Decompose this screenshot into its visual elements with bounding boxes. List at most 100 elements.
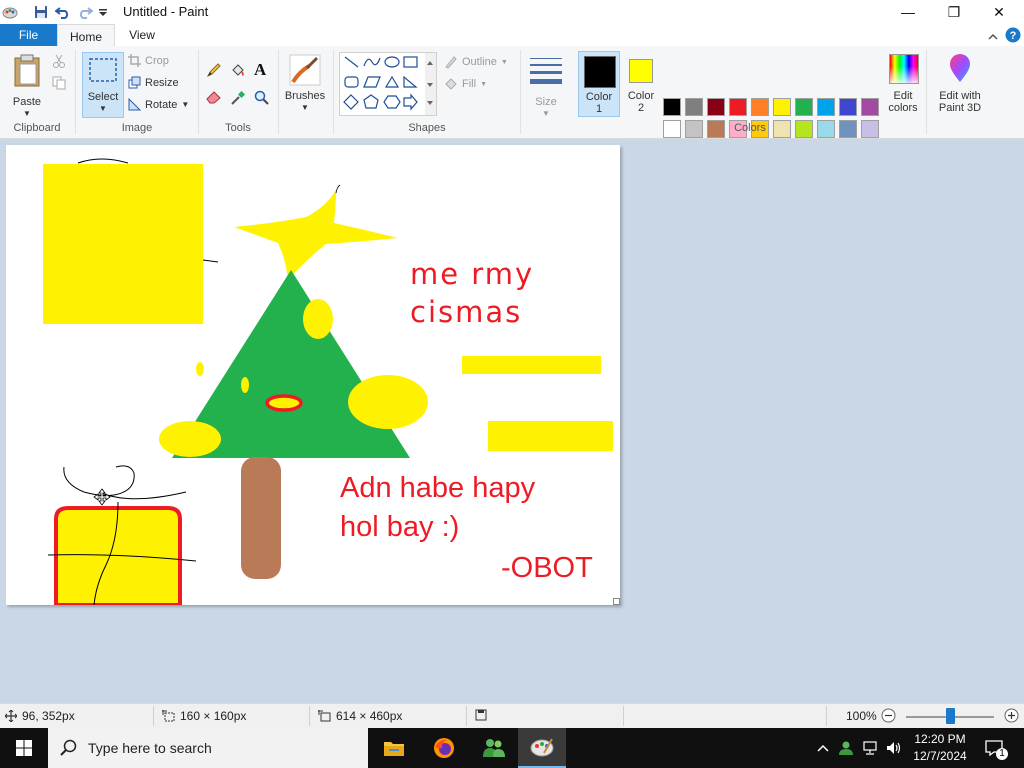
rotate-icon [128, 98, 141, 111]
zoom-level: 100% [846, 709, 877, 723]
palette-color-swatch[interactable] [663, 98, 681, 116]
zoom-out-icon [881, 708, 896, 723]
drawing-canvas[interactable]: me rmy cismas Adn habe hapy hol bay :) -… [6, 145, 620, 605]
image-size-icon [318, 710, 331, 722]
yellow-ornament [241, 377, 249, 393]
palette-color-swatch[interactable] [729, 98, 747, 116]
taskbar-paint[interactable] [518, 728, 566, 768]
svg-text:?: ? [1010, 30, 1017, 42]
palette-color-swatch[interactable] [751, 98, 769, 116]
palette-color-swatch[interactable] [861, 120, 879, 138]
zoom-in-button[interactable] [1004, 708, 1019, 723]
palette-color-swatch[interactable] [861, 98, 879, 116]
canvas-text-line3: Adn habe hapy [340, 472, 536, 504]
tools-group-label: Tools [225, 122, 251, 134]
palette-color-swatch[interactable] [817, 98, 835, 116]
taskbar-firefox[interactable] [420, 728, 468, 768]
tab-home[interactable]: Home [57, 24, 115, 48]
copy-icon[interactable] [52, 76, 66, 93]
size-button[interactable]: Size ▼ [526, 52, 566, 118]
size-label: Size [535, 96, 557, 108]
outline-button[interactable]: Outline ▼ [444, 55, 508, 69]
color1-button[interactable]: Color 1 [578, 51, 620, 117]
taskbar-people-app[interactable] [470, 728, 518, 768]
hand-drawn-line [77, 158, 129, 164]
status-separator [466, 706, 467, 726]
volume-icon[interactable] [884, 728, 904, 768]
minimize-button[interactable]: — [885, 0, 931, 24]
crop-button[interactable]: Crop [128, 54, 169, 67]
selection-size: 160 × 160px [162, 709, 246, 723]
image-size: 614 × 460px [318, 709, 402, 723]
text-tool-icon[interactable]: A [254, 60, 266, 80]
status-bar: 96, 352px 160 × 160px 614 × 460px 100% [0, 703, 1024, 729]
image-group-label: Image [121, 122, 153, 134]
save-icon[interactable] [32, 3, 50, 21]
edit-with-paint3d-button[interactable]: Edit with Paint 3D [932, 52, 988, 116]
brushes-button[interactable]: Brushes ▼ [283, 52, 327, 116]
resize-button[interactable]: Resize [128, 76, 179, 89]
palette-color-swatch[interactable] [707, 98, 725, 116]
quick-access-dropdown-icon[interactable] [96, 3, 110, 21]
paste-button[interactable]: Paste ▼ [8, 52, 46, 118]
color2-swatch [629, 59, 653, 83]
eraser-icon[interactable] [206, 90, 222, 107]
magnifier-icon[interactable] [254, 90, 270, 109]
fill-bucket-icon[interactable] [230, 62, 246, 81]
taskbar-clock[interactable]: 12:20 PM 12/7/2024 [908, 731, 972, 765]
close-button[interactable]: ✕ [976, 0, 1022, 24]
zoom-out-button[interactable] [881, 708, 896, 723]
zoom-slider-thumb[interactable] [946, 708, 955, 724]
rainbow-icon [889, 54, 919, 84]
color-picker-icon[interactable] [230, 90, 246, 109]
selection-size-value: 160 × 160px [180, 709, 247, 723]
hand-drawn-line [202, 259, 219, 263]
help-icon[interactable]: ? [1004, 26, 1022, 44]
notification-center-icon[interactable]: 1 [980, 728, 1008, 768]
shapes-gallery[interactable] [339, 52, 437, 116]
network-icon[interactable] [860, 728, 882, 768]
status-separator [309, 706, 310, 726]
tab-file[interactable]: File [0, 24, 57, 46]
tray-people-icon[interactable] [836, 728, 856, 768]
resize-icon [128, 76, 141, 89]
taskbar-file-explorer[interactable] [370, 728, 418, 768]
ribbon-separator [278, 50, 279, 134]
start-button[interactable] [0, 728, 48, 768]
cut-icon[interactable] [52, 54, 66, 71]
palette-color-swatch[interactable] [773, 98, 791, 116]
cursor-position-value: 96, 352px [22, 709, 75, 723]
fill-dropdown-icon: ▼ [480, 80, 487, 88]
crop-label: Crop [145, 54, 169, 67]
palette-color-swatch[interactable] [685, 98, 703, 116]
rotate-button[interactable]: Rotate ▼ [128, 98, 189, 111]
yellow-bar-shape [488, 421, 613, 451]
yellow-square-shape [43, 164, 203, 324]
palette-color-swatch[interactable] [839, 120, 857, 138]
fill-button[interactable]: Fill ▼ [444, 77, 487, 91]
rotate-label: Rotate [145, 98, 178, 111]
undo-icon[interactable] [54, 3, 72, 21]
pencil-tool-icon[interactable] [206, 62, 222, 81]
edit-colors-button[interactable]: Edit colors [884, 52, 922, 116]
red-ring-ornament [265, 394, 303, 412]
paint-app-icon[interactable] [2, 3, 18, 21]
tab-view[interactable]: View [120, 24, 164, 46]
canvas-resize-handle[interactable] [613, 598, 620, 605]
yellow-present-shape [54, 506, 182, 605]
redo-icon[interactable] [76, 3, 94, 21]
palette-color-swatch[interactable] [839, 98, 857, 116]
cursor-position-icon [5, 710, 17, 722]
paint3d-label-line2: Paint 3D [938, 102, 982, 114]
fill-label: Fill [462, 78, 477, 90]
palette-color-swatch[interactable] [795, 98, 813, 116]
collapse-ribbon-icon[interactable] [986, 28, 1000, 46]
shapes-gallery-icons [343, 53, 436, 115]
select-button[interactable]: Select ▼ [82, 52, 124, 118]
maximize-button[interactable]: ❐ [931, 0, 977, 24]
taskbar-search-box[interactable]: Type here to search [48, 728, 368, 768]
tray-overflow-icon[interactable] [814, 728, 832, 768]
yellow-bar-shape [462, 356, 601, 374]
size-dropdown-icon: ▼ [542, 109, 550, 118]
color2-button[interactable]: Color 2 [622, 52, 660, 116]
